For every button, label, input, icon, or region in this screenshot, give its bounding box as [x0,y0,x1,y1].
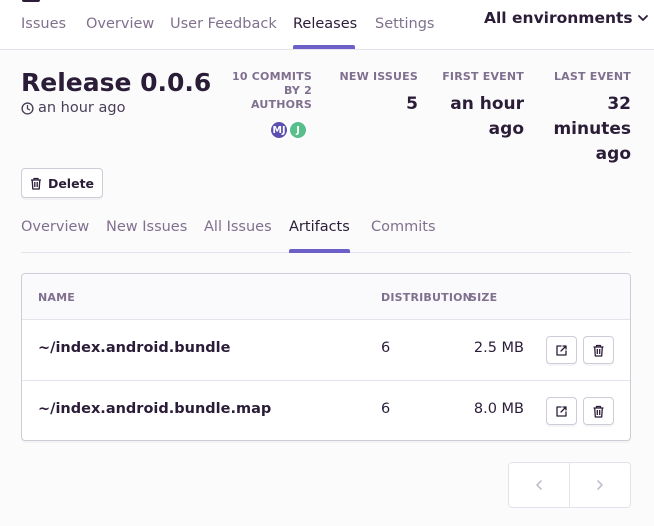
table-row: ~/index.android.bundle.map 6 8.0 MB [22,380,630,440]
tab-new-issues[interactable]: New Issues [106,219,187,235]
last-event-label: LAST EVENT [553,70,631,83]
chevron-left-icon [536,480,542,490]
logo-icon [22,0,40,2]
tab-active-indicator [289,249,350,253]
column-header-size: SIZE [469,291,498,304]
first-event-value: an hour ago [450,94,524,139]
open-artifact-button[interactable] [546,397,577,425]
last-event-value: 32 minutes ago [553,94,631,164]
first-event-label: FIRST EVENT [442,70,524,83]
nav-tab-user-feedback[interactable]: User Feedback [170,16,277,32]
new-issues-value[interactable]: 5 [330,92,418,117]
column-header-name: NAME [38,291,75,304]
trash-icon [30,177,41,190]
avatar[interactable]: MJ [269,120,289,140]
delete-button-label: Delete [47,175,95,191]
artifact-name: ~/index.android.bundle.map [38,401,272,417]
nav-tab-settings[interactable]: Settings [375,16,434,32]
tab-artifacts[interactable]: Artifacts [289,219,350,235]
artifact-distribution: 6 [381,401,391,417]
artifact-size: 8.0 MB [473,401,524,417]
artifacts-table: NAME DISTRIBUTION SIZE ~/index.android.b… [21,273,631,441]
nav-tab-overview[interactable]: Overview [86,16,154,32]
external-link-icon [556,344,567,356]
table-header: NAME DISTRIBUTION SIZE [22,274,630,320]
open-artifact-button[interactable] [546,336,577,364]
release-age: an hour ago [21,100,125,116]
previous-page-button[interactable] [509,463,569,507]
column-header-distribution: DISTRIBUTION [381,291,473,304]
clock-icon [21,101,34,115]
pagination [508,462,631,508]
top-navigation-bar: Issues Overview User Feedback Releases S… [0,0,654,50]
tab-all-issues[interactable]: All Issues [204,219,272,235]
delete-artifact-button[interactable] [583,397,614,425]
chevron-right-icon [597,480,603,490]
trash-icon [593,344,604,357]
delete-artifact-button[interactable] [583,336,614,364]
artifact-name: ~/index.android.bundle [38,340,231,356]
external-link-icon [556,405,567,417]
table-row: ~/index.android.bundle 6 2.5 MB [22,320,630,380]
nav-active-indicator [293,45,355,49]
tab-commits[interactable]: Commits [371,219,436,235]
release-title: Release 0.0.6 [21,68,212,97]
commits-label: 10 COMMITS BY 2 AUTHORS [232,70,312,111]
environment-selector[interactable]: All environments [484,9,649,27]
release-age-text: an hour ago [38,100,126,116]
avatar[interactable]: J [288,120,308,140]
new-issues-label: NEW ISSUES [339,70,418,83]
artifact-size: 2.5 MB [473,340,524,356]
artifact-distribution: 6 [381,340,391,356]
environment-selector-label: All environments [484,9,633,27]
chevron-down-icon [637,15,648,21]
nav-tab-releases[interactable]: Releases [293,16,357,32]
trash-icon [593,405,604,418]
delete-release-button[interactable]: Delete [21,168,103,198]
next-page-button[interactable] [569,463,630,507]
tab-overview[interactable]: Overview [21,219,89,235]
nav-tab-issues[interactable]: Issues [21,16,66,32]
